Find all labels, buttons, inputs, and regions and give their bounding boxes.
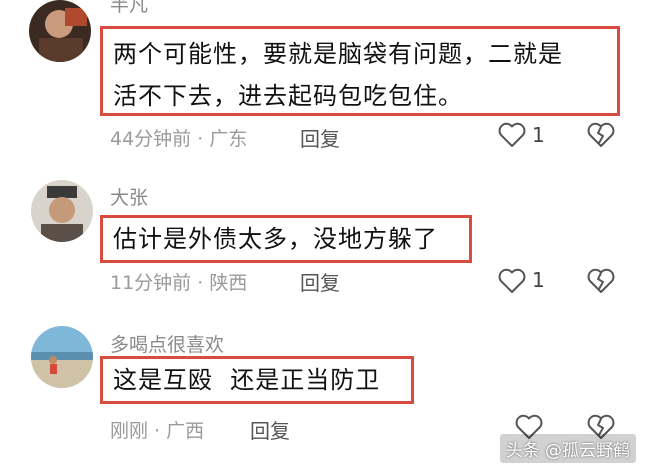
username[interactable]: 多喝点很喜欢 (110, 330, 224, 357)
comment-time: 刚刚 (110, 420, 149, 442)
comment-highlight-box: 这是互殴 还是正当防卫 (100, 356, 414, 404)
comment-item: 多喝点很喜欢 这是互殴 还是正当防卫 刚刚 · 广西 回复 (0, 0, 650, 471)
watermark: 头条 @孤云野鹤 (499, 434, 636, 463)
comment-text: 这是互殴 还是正当防卫 (113, 366, 381, 394)
comment-meta: 刚刚 · 广西 (110, 416, 204, 443)
meta-separator: · (154, 420, 161, 442)
comment-region: 广西 (166, 420, 205, 442)
reply-button[interactable]: 回复 (250, 415, 290, 444)
avatar[interactable] (31, 326, 93, 388)
